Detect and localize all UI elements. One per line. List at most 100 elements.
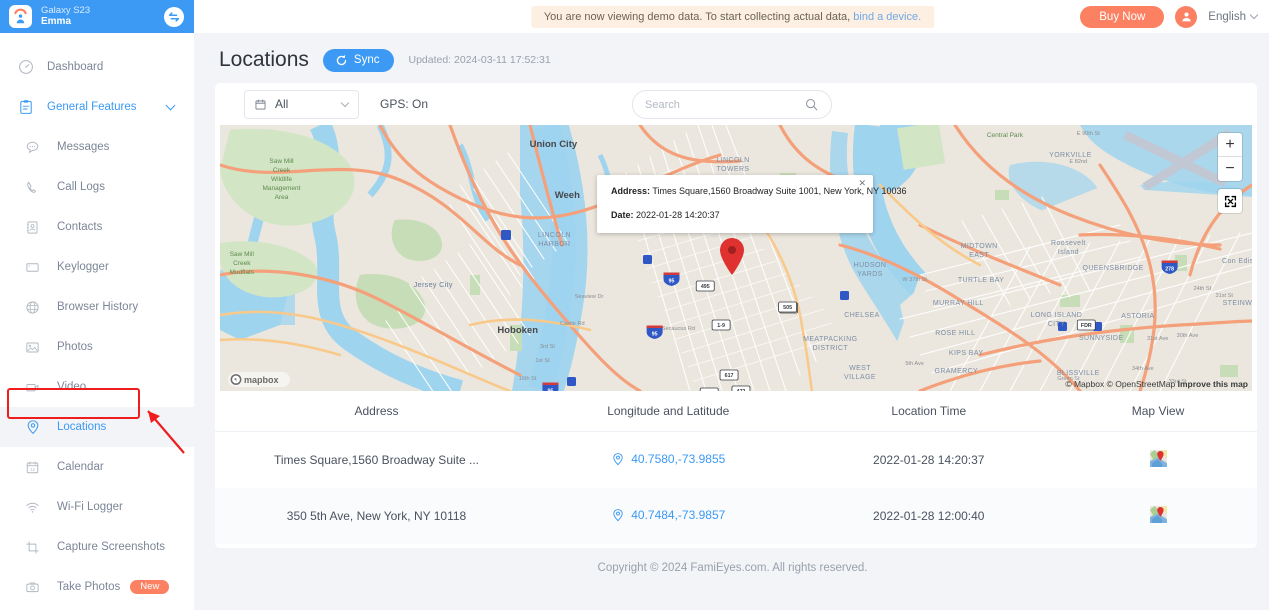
calendar-icon: 12 [25,460,47,475]
sidebar-item-label: Dashboard [47,61,104,73]
location-pin-icon [611,508,625,522]
svg-text:24th St: 24th St [1194,286,1212,292]
map-canvas[interactable]: .wtr { fill:#9fd4ef; } .lnd { fill:#ebe7… [220,125,1252,391]
sidebar-item-general-features[interactable]: General Features [0,87,194,127]
svg-text:LONG ISLAND: LONG ISLAND [1031,312,1082,319]
language-selector[interactable]: English [1208,11,1259,23]
sidebar-item-calendar[interactable]: 12 Calendar [0,447,194,487]
mapbox-logo-icon[interactable]: mapbox [228,372,290,387]
svg-text:30th Ave: 30th Ave [1177,333,1199,339]
device-user: Emma [41,16,72,28]
date-range-select[interactable]: All [244,89,359,119]
app-root: Galaxy S23 Emma Dashboard General Featur… [0,0,1269,610]
zoom-in-button[interactable]: + [1218,133,1242,157]
close-icon[interactable]: ✕ [858,178,866,189]
sidebar-item-label: Browser History [57,301,139,313]
page-title: Locations [219,48,309,71]
sidebar-item-label: Video [57,381,87,393]
search-input[interactable] [645,98,804,111]
sidebar-item-locations[interactable]: Locations [0,407,194,447]
svg-text:HUDSON: HUDSON [854,262,887,269]
cell-time: 2022-01-28 14:20:37 [873,453,985,467]
zoom-control-group: + − [1218,133,1242,181]
svg-text:Saw Mill: Saw Mill [269,158,294,165]
svg-text:31st St: 31st St [1215,293,1233,299]
sidebar-item-label: General Features [47,101,137,113]
bind-device-link[interactable]: bind a device. [853,11,921,23]
svg-text:LINCOLN: LINCOLN [538,232,571,239]
sidebar-item-label: Locations [57,421,107,433]
svg-text:TOWERS: TOWERS [717,166,750,173]
popup-date-line: Date: 2022-01-28 14:20:37 [611,210,859,221]
google-maps-thumbnail-icon[interactable] [1149,450,1167,470]
svg-text:ASTORIA: ASTORIA [1121,313,1154,320]
sidebar-item-capture-screenshots[interactable]: Capture Screenshots [0,527,194,567]
column-header-address: Address [215,391,539,432]
svg-text:Roosevelt: Roosevelt [1051,240,1086,247]
cell-coords: 40.7580,-73.9855 [538,432,799,489]
sidebar-item-photos[interactable]: Photos [0,327,194,367]
table-header: Address Longitude and Latitude Location … [215,391,1257,432]
svg-text:ROSE HILL: ROSE HILL [935,330,975,337]
sidebar-item-contacts[interactable]: Contacts [0,207,194,247]
sidebar-item-take-photos[interactable]: Take Photos New [0,567,194,607]
sidebar-item-dashboard[interactable]: Dashboard [0,47,194,87]
attribution-mapbox[interactable]: © Mapbox [1065,379,1104,389]
device-selector[interactable]: Galaxy S23 Emma [0,0,194,33]
svg-text:Weeh: Weeh [555,190,580,201]
cell-map-view [1059,432,1257,489]
table-row[interactable]: 350 5th Ave, New York, NY 10118 40.7484,… [215,488,1257,544]
zoom-out-button[interactable]: − [1218,157,1242,181]
popup-date-value: 2022-01-28 14:20:37 [636,209,720,220]
popup-date-label: Date: [611,209,634,220]
sync-button[interactable]: Sync [322,48,395,72]
coordinate-link[interactable]: 40.7484,-73.9857 [611,508,725,522]
svg-text:3rd St: 3rd St [540,344,555,350]
svg-text:VILLAGE: VILLAGE [844,374,876,381]
user-avatar-icon[interactable] [1175,5,1198,28]
svg-text:DISTRICT: DISTRICT [813,345,849,352]
svg-text:Island: Island [1058,249,1079,256]
svg-text:505: 505 [783,305,792,311]
svg-text:95: 95 [652,332,658,338]
dashboard-gauge-icon [18,59,40,75]
attribution-improve-link[interactable]: Improve this map [1178,379,1248,389]
coordinate-link[interactable]: 40.7580,-73.9855 [611,452,725,466]
keyboard-icon [25,260,47,275]
svg-text:E 90th St: E 90th St [1077,131,1100,137]
crop-icon [25,540,47,555]
table-row[interactable]: Times Square,1560 Broadway Suite ... 40.… [215,432,1257,489]
buy-now-button[interactable]: Buy Now [1080,5,1165,28]
svg-text:31st Ave: 31st Ave [1147,336,1168,342]
chevron-down-icon[interactable] [165,100,176,111]
sidebar-item-wifi-logger[interactable]: Wi-Fi Logger [0,487,194,527]
google-maps-thumbnail-icon[interactable] [1149,506,1167,526]
search-icon[interactable] [804,97,819,112]
svg-text:FDR: FDR [1081,323,1092,329]
svg-text:CHELSEA: CHELSEA [844,312,879,319]
map-info-popup[interactable]: ✕ Address: Times Square,1560 Broadway Su… [597,175,907,233]
svg-text:YORKVILLE: YORKVILLE [1049,152,1092,159]
svg-text:Secaucus Rd: Secaucus Rd [662,326,695,332]
sidebar-item-video[interactable]: Video [0,367,194,407]
sidebar-item-label: Contacts [57,221,103,233]
device-switch-icon[interactable] [164,6,184,27]
sidebar-item-messages[interactable]: Messages [0,127,194,167]
main-content: You are now viewing demo data. To start … [194,0,1269,610]
svg-text:MEATPACKING: MEATPACKING [803,336,857,343]
search-box[interactable] [632,90,832,119]
sidebar-item-call-logs[interactable]: Call Logs [0,167,194,207]
fullscreen-icon[interactable] [1218,189,1242,213]
sidebar-item-keylogger[interactable]: Keylogger [0,247,194,287]
locations-card: All GPS: On .wtr { fill:#9fd4ef; } [215,83,1257,548]
svg-text:Saw Mill: Saw Mill [230,251,255,258]
contacts-icon [25,220,47,235]
table-header-row: Address Longitude and Latitude Location … [215,391,1257,432]
svg-text:STEINWAY: STEINWAY [1223,300,1252,307]
attribution-osm[interactable]: © OpenStreetMap [1107,379,1176,389]
famieyes-logo-icon [9,5,32,28]
sidebar-item-browser-history[interactable]: Browser History [0,287,194,327]
location-map[interactable]: .wtr { fill:#9fd4ef; } .lnd { fill:#ebe7… [220,125,1252,391]
page-header: Locations Sync Updated: 2024-03-11 17:52… [194,33,1269,83]
popup-address-line: Address: Times Square,1560 Broadway Suit… [611,186,907,197]
